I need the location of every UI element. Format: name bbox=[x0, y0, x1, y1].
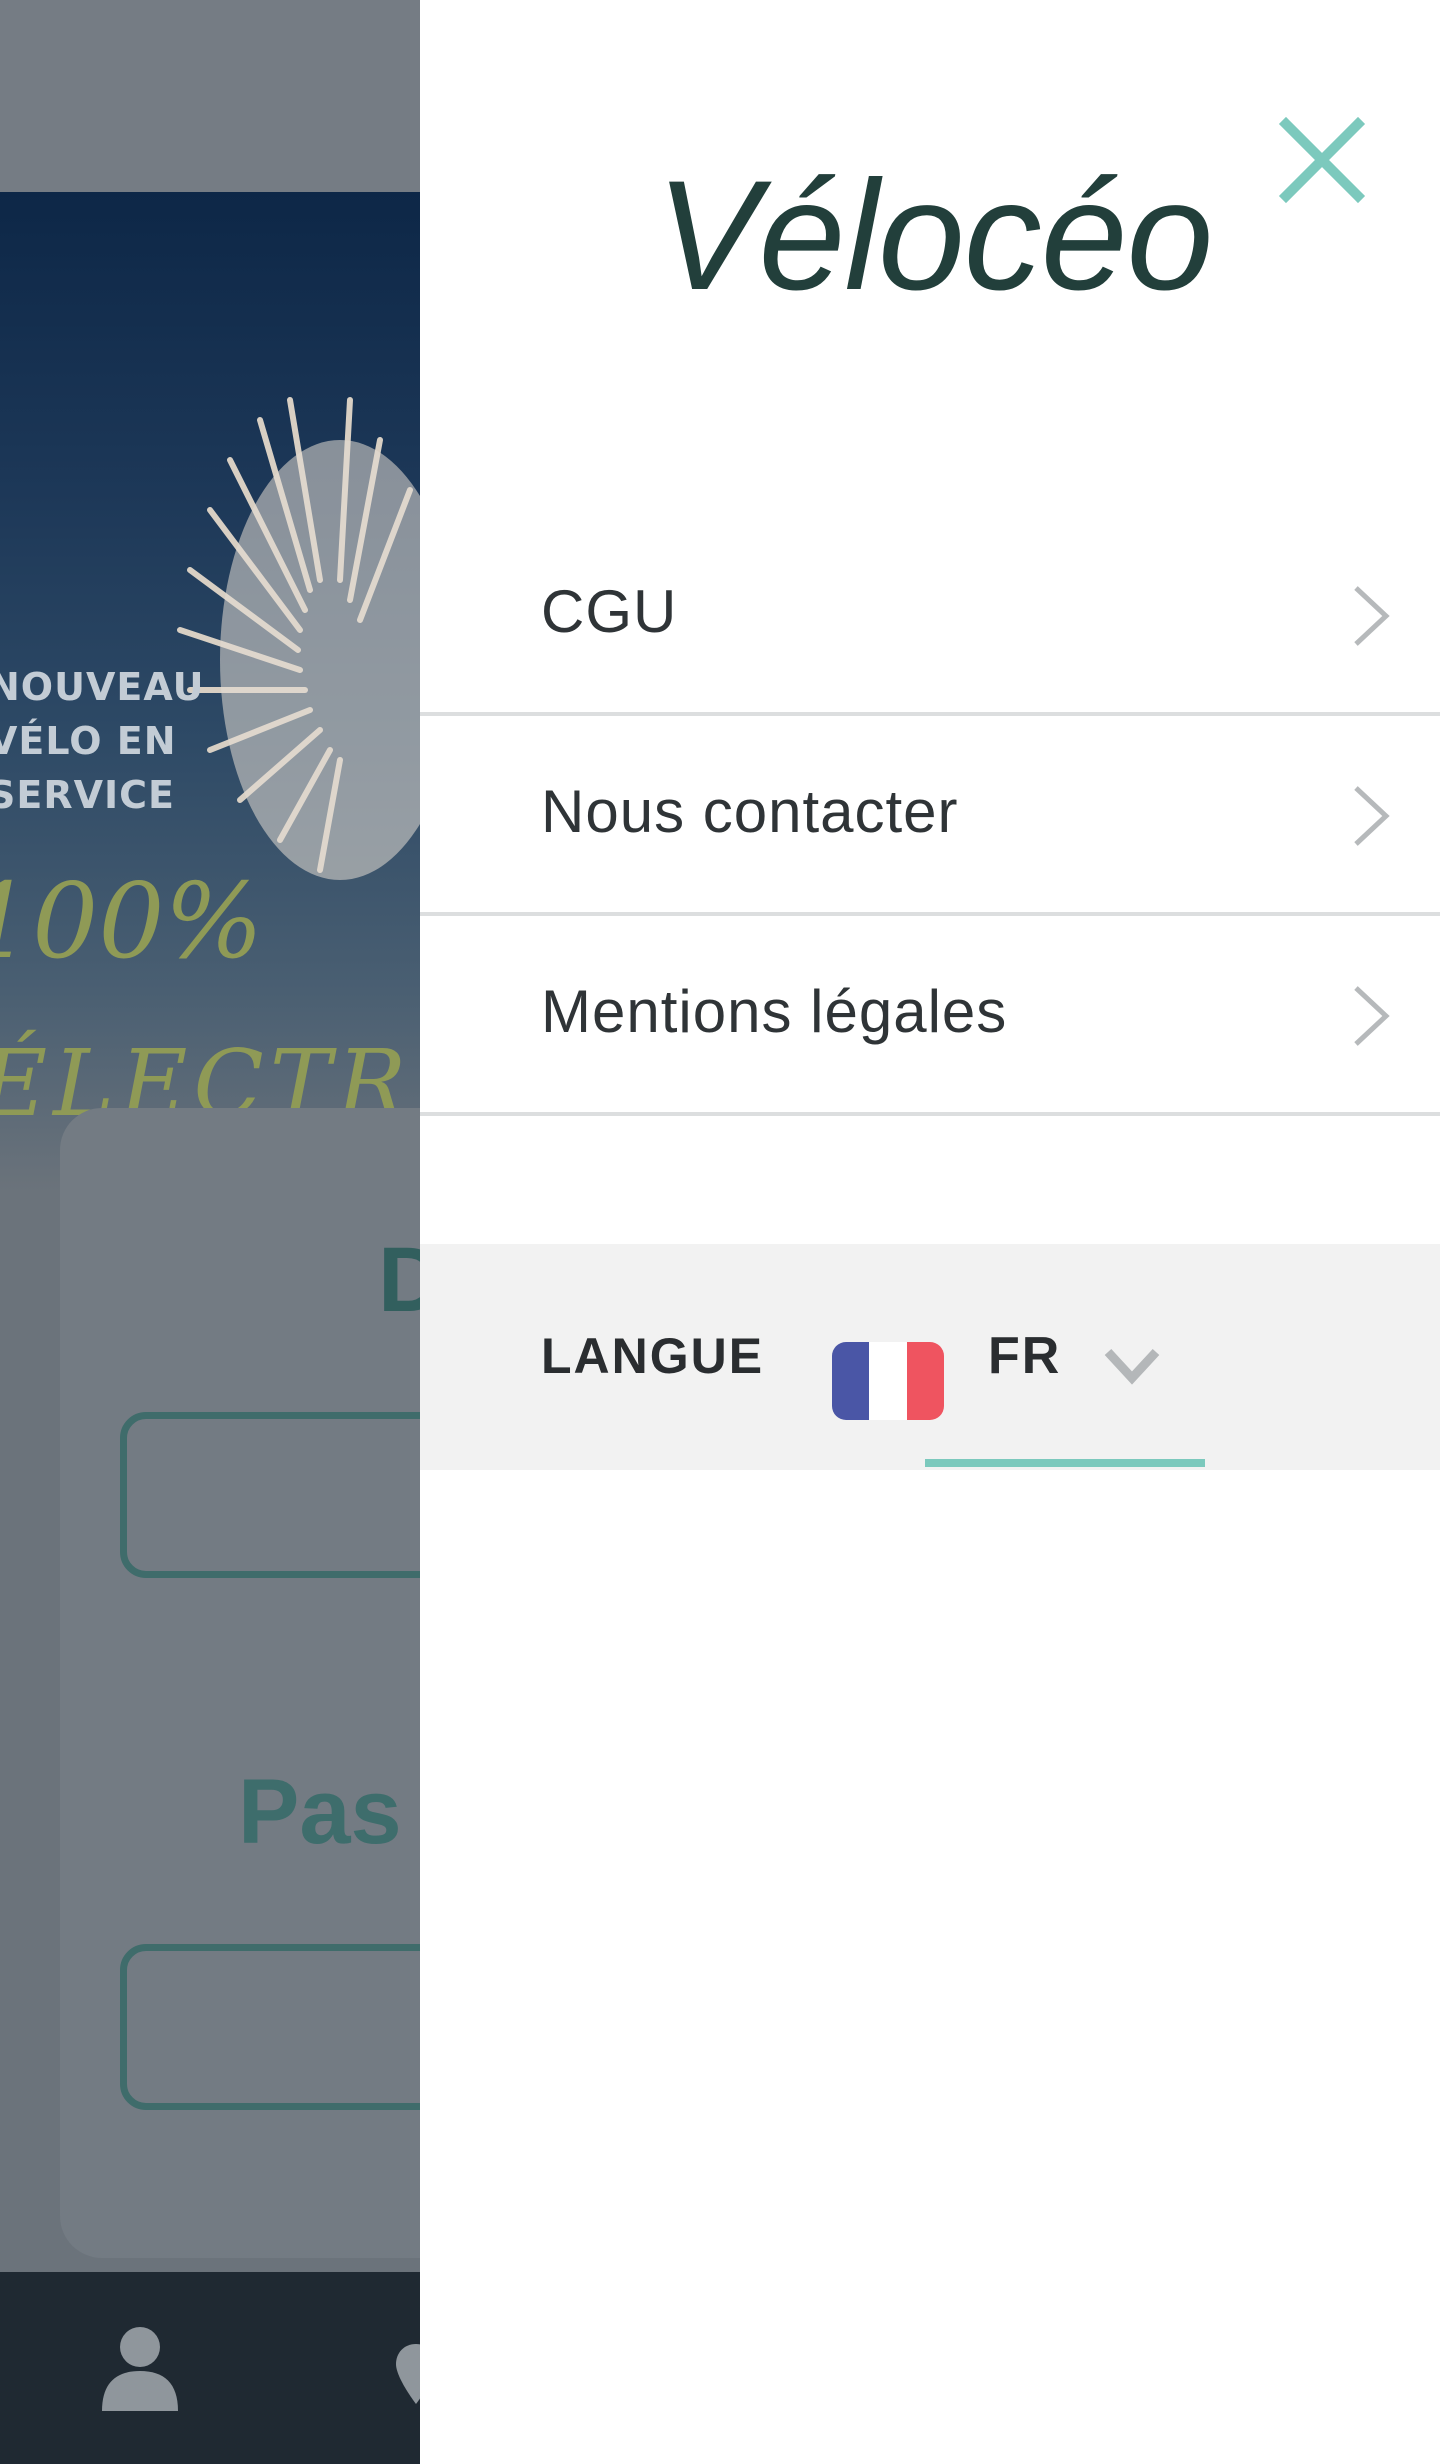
france-flag-icon bbox=[832, 1342, 944, 1420]
chevron-down-icon bbox=[1104, 1348, 1160, 1385]
side-drawer: Vélocéo CGU Nous contacter Mentions léga… bbox=[420, 0, 1440, 2464]
menu-item-legal-notices[interactable]: Mentions légales bbox=[420, 916, 1440, 1116]
drawer-menu: CGU Nous contacter Mentions légales bbox=[420, 516, 1440, 1116]
app-logo: Vélocéo bbox=[655, 149, 1214, 323]
menu-item-contact[interactable]: Nous contacter bbox=[420, 716, 1440, 916]
background-signup-button bbox=[120, 1944, 420, 2110]
menu-item-label: CGU bbox=[541, 578, 678, 645]
hero-text: NOUVEAU VÉLO EN SERVICE bbox=[0, 665, 205, 817]
language-selector-underline bbox=[925, 1459, 1205, 1467]
chevron-right-icon bbox=[1354, 786, 1390, 846]
selected-language: FR bbox=[988, 1327, 1062, 1385]
menu-item-label: Nous contacter bbox=[541, 778, 959, 845]
feather-illustration bbox=[177, 397, 420, 880]
chevron-right-icon bbox=[1354, 586, 1390, 646]
hero-percent-text: 100% bbox=[0, 860, 264, 982]
language-label: LANGUE bbox=[541, 1328, 765, 1384]
menu-item-cgu[interactable]: CGU bbox=[420, 516, 1440, 716]
background-tab-bar bbox=[0, 2272, 420, 2464]
map-pin-icon bbox=[396, 2344, 420, 2404]
user-icon bbox=[102, 2327, 178, 2411]
chevron-right-icon bbox=[1354, 986, 1390, 1046]
language-bar: LANGUE FR bbox=[420, 1244, 1440, 1470]
background-card-title: D bbox=[378, 1229, 420, 1331]
background-input-field bbox=[120, 1412, 420, 1578]
language-selector[interactable]: FR bbox=[826, 1270, 1186, 1470]
background-header bbox=[0, 0, 420, 192]
background-app: NOUVEAU VÉLO EN SERVICE 100% ÉLECTRIQUE … bbox=[0, 0, 420, 2464]
menu-item-label: Mentions légales bbox=[541, 978, 1008, 1045]
background-signup-prompt: Pas bbox=[238, 1761, 402, 1863]
